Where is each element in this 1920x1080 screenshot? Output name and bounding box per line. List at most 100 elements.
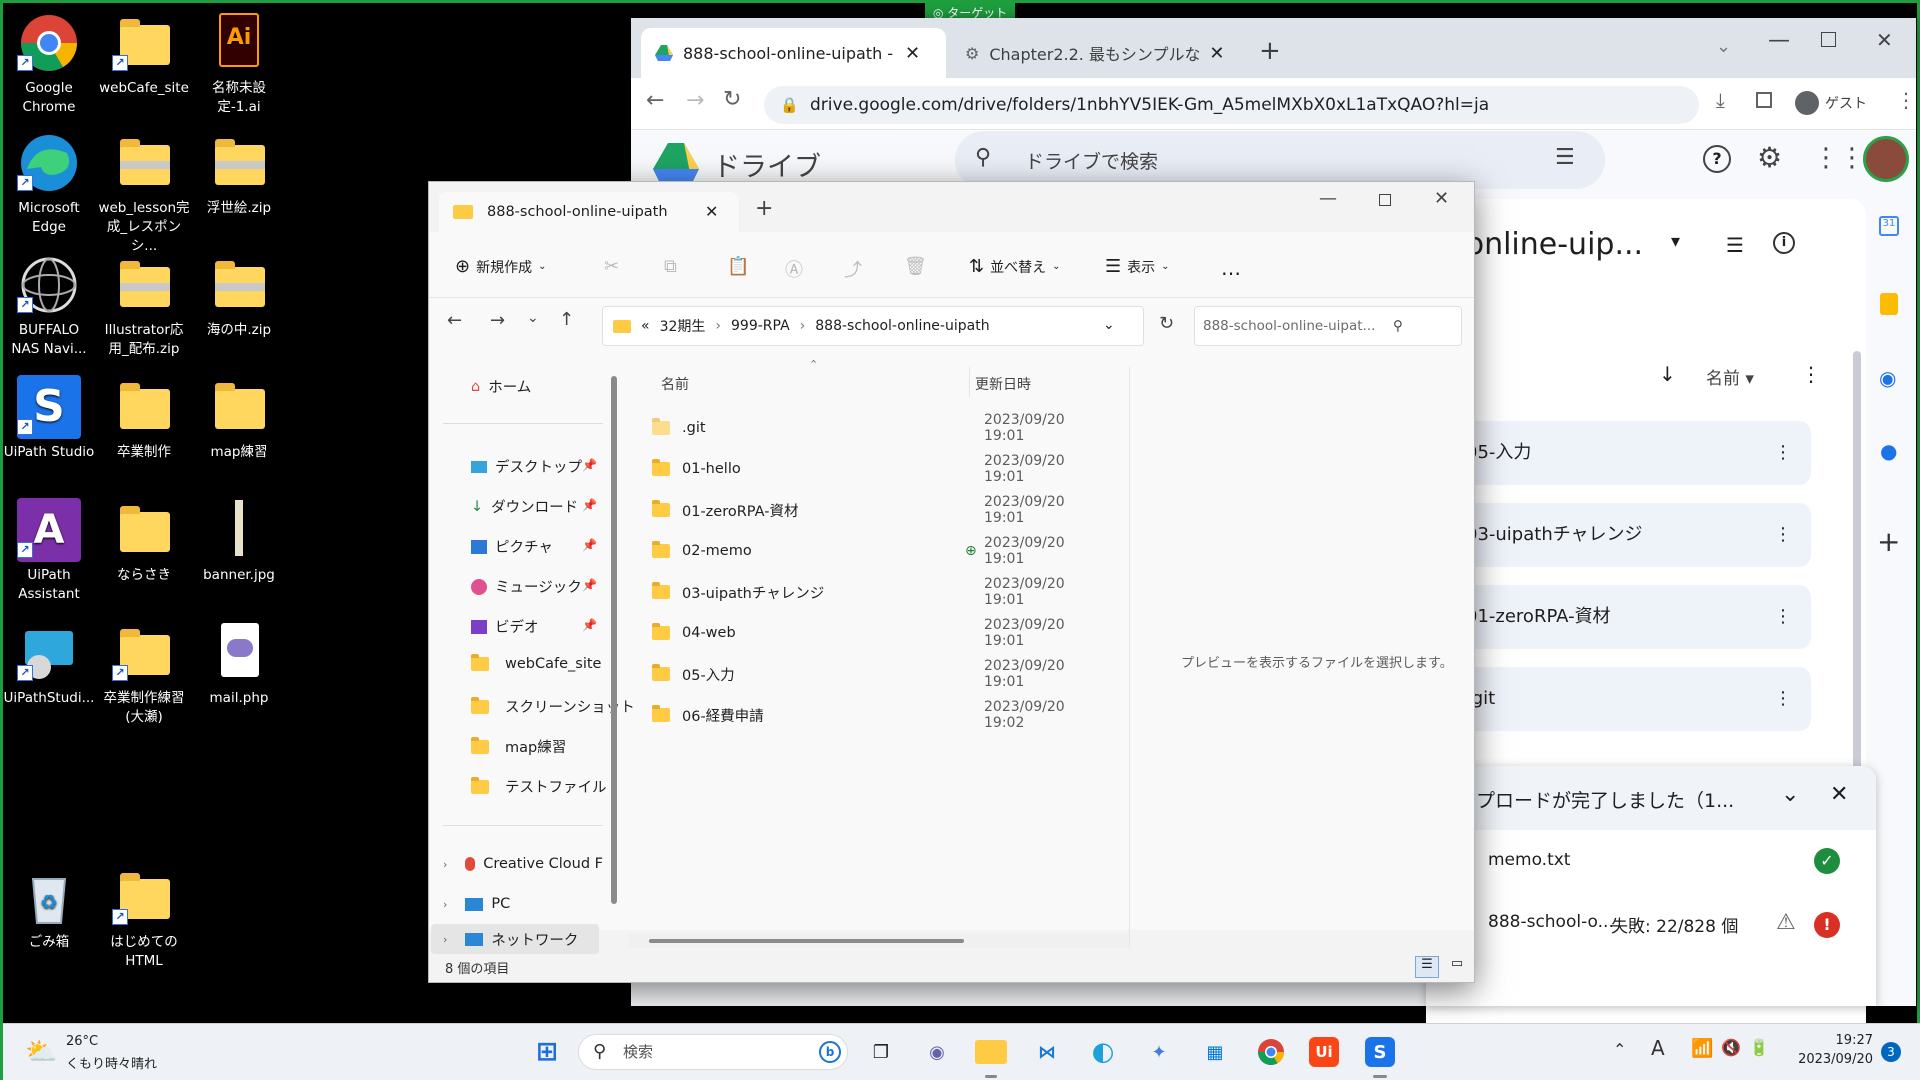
tab-search-icon[interactable]: ⌄ [1716,36,1731,57]
desktop-icon-uipath-studio[interactable]: S ↗ UiPath Studio [3,375,95,462]
bing-icon[interactable]: b [819,1041,841,1063]
maximize-icon[interactable] [1379,194,1391,206]
tasks-icon[interactable]: ◉ [1879,366,1896,390]
refresh-icon[interactable]: ↻ [1159,313,1174,334]
search-input[interactable]: 888-school-online-uipat... ⚲ [1194,306,1462,346]
keep-icon[interactable] [1880,293,1898,315]
sidebar-item-webcafe[interactable]: webCafe_site [471,654,601,672]
tray-chevron-up-icon[interactable]: ⌃ [1613,1040,1626,1059]
desktop-icon-sotsugyo[interactable]: 卒業制作 [98,375,190,462]
pin-icon[interactable]: 📌 [582,498,597,512]
desktop-icon-banner[interactable]: banner.jpg [193,498,285,585]
sidebar-item-creative-cloud[interactable]: › Creative Cloud F [443,856,603,872]
new-tab-button[interactable]: + [755,196,773,221]
edge-icon[interactable]: ◐ [1085,1034,1121,1070]
close-icon[interactable]: ✕ [705,192,718,232]
tiles-view-icon[interactable]: ▭ [1445,956,1469,978]
notification-badge[interactable]: 3 [1881,1042,1901,1062]
chevron-right-icon[interactable]: › [443,858,447,871]
calendar-icon[interactable]: 31 [1879,216,1899,236]
wifi-icon[interactable]: 📶 [1691,1038,1713,1059]
drive-folder-title[interactable]: l-online-uip... [1446,227,1643,262]
forward-icon[interactable]: → [490,310,505,331]
add-icon[interactable]: + [1877,525,1900,558]
account-avatar[interactable] [1863,136,1909,182]
chrome-icon[interactable] [1253,1034,1289,1070]
weather-description[interactable]: くもり時々晴れ [66,1053,157,1072]
reload-icon[interactable]: ↻ [723,87,741,112]
up-icon[interactable]: ↑ [559,309,574,330]
chrome-tab[interactable]: ⚙ Chapter2.2. 最もシンプルなウェブ画 ✕ [951,28,1251,78]
weather-icon[interactable]: ⛅ [25,1037,57,1067]
speaker-muted-icon[interactable]: 🔇 [1721,1038,1741,1057]
close-window-icon[interactable]: ✕ [1434,188,1449,209]
new-tab-button[interactable]: + [1259,36,1281,66]
sidebar-item-pc[interactable]: › PC [443,896,510,912]
desktop-icon-hajimete-html[interactable]: ↗ はじめてのHTML [98,865,190,971]
weather-temp[interactable]: 26°C [66,1034,98,1049]
info-icon[interactable]: i [1773,232,1795,254]
column-header-name[interactable]: 名前 [661,374,689,394]
desktop-icon-sotsugyo-renshu[interactable]: ↗ 卒業制作練習(大瀬) [98,621,190,727]
explorer-tab[interactable]: 888-school-online-uipath ✕ [439,192,739,232]
desktop-icon-narasaki[interactable]: ならさき [98,498,190,585]
close-icon[interactable]: ✕ [1830,782,1848,807]
details-view-icon[interactable]: ☰ [1415,956,1439,978]
drive-item[interactable]: .git ⋮ [1426,667,1811,731]
recent-locations-icon[interactable]: ⌄ [527,310,539,326]
chevron-right-icon[interactable]: › [443,933,447,946]
desktop-icon-chrome[interactable]: ↗ Google Chrome [3,11,95,117]
file-explorer-icon[interactable] [975,1040,1007,1064]
desktop-icon-edge[interactable]: ↗ Microsoft Edge [3,131,95,237]
help-icon[interactable]: ? [1703,145,1731,173]
desktop-icon-webcafe[interactable]: ↗ webCafe_site [98,11,190,98]
chevron-down-icon[interactable]: ⌄ [1103,317,1115,333]
profile-button[interactable]: ゲスト [1789,85,1877,121]
file-row[interactable]: 03-uipathチャレンジ 2023/09/20 19:01 [652,572,1102,612]
sidebar-item-testfile[interactable]: テストファイル [471,776,607,797]
minimize-icon[interactable]: — [1768,28,1790,53]
drive-item[interactable]: 05-入力 ⋮ [1426,421,1811,485]
desktop-icon-illustrator-zip[interactable]: Illustrator応用_配布.zip [98,253,190,359]
chevron-right-icon[interactable]: › [443,898,447,911]
file-row[interactable]: .git 2023/09/20 19:01 [652,408,1102,448]
file-row[interactable]: 01-hello 2023/09/20 19:01 [652,449,1102,489]
desktop-icon-uipath-assistant[interactable]: A ↗ UiPath Assistant [3,498,95,604]
desktop-icon-buffalo[interactable]: ↗ BUFFALO NAS Navi... [3,253,95,359]
desktop-icon-weblesson[interactable]: web_lesson完成_レスポンシ... [98,131,190,256]
chevron-down-icon[interactable]: ⌄ [1781,782,1799,807]
desktop-icon-recycle-bin[interactable]: ♻ ごみ箱 [3,865,95,952]
sidebar-item-map[interactable]: map練習 [471,736,566,757]
breadcrumb-item[interactable]: 999-RPA [731,318,790,334]
forward-icon[interactable]: → [686,88,704,113]
desktop-icon-ukiyoe-zip[interactable]: 浮世絵.zip [193,131,285,218]
more-icon[interactable]: ⋮ [1774,667,1792,731]
horizontal-scrollbar[interactable] [629,934,1129,948]
desktop-icon-mailphp[interactable]: mail.php [193,621,285,708]
more-icon[interactable]: ⋮ [1774,585,1792,649]
breadcrumb-overflow[interactable]: « [641,318,650,334]
more-icon[interactable]: ⋮ [1801,362,1821,386]
pin-icon[interactable]: 📌 [582,578,597,592]
windows-start-icon[interactable]: ⊞ [529,1034,565,1070]
more-icon[interactable]: ⋮ [1774,421,1792,485]
file-row[interactable]: 04-web 2023/09/20 19:01 [652,613,1102,653]
task-view-icon[interactable]: ❐ [863,1034,899,1070]
clock-time[interactable]: 19:27 [1793,1033,1873,1048]
breadcrumb-item[interactable]: 888-school-online-uipath [815,318,989,334]
sort-button[interactable]: ⇅ 並べ替え ⌄ [969,256,1060,277]
store-icon[interactable]: ▦ [1197,1034,1233,1070]
apps-grid-icon[interactable]: ⋮⋮ [1813,143,1865,173]
pin-icon[interactable]: 📌 [582,458,597,472]
uipath-icon[interactable]: Ui [1309,1037,1339,1067]
column-header-modified[interactable]: 更新日時 [975,374,1031,394]
chat-icon[interactable]: ◉ [919,1034,955,1070]
sidebar-item-network[interactable]: › ネットワーク [431,924,599,954]
breadcrumb[interactable]: « 32期生 › 999-RPA › 888-school-online-uipat… [602,306,1144,346]
share-icon[interactable]: ⤴ [844,256,862,282]
settings-gear-icon[interactable]: ⚙ [1757,141,1782,174]
sidebar-item-music[interactable]: ミュージック [471,576,582,597]
paste-icon[interactable]: 📋 [727,256,749,277]
more-icon[interactable]: ⋮ [1774,503,1792,567]
more-options-button[interactable]: … [1221,256,1241,280]
